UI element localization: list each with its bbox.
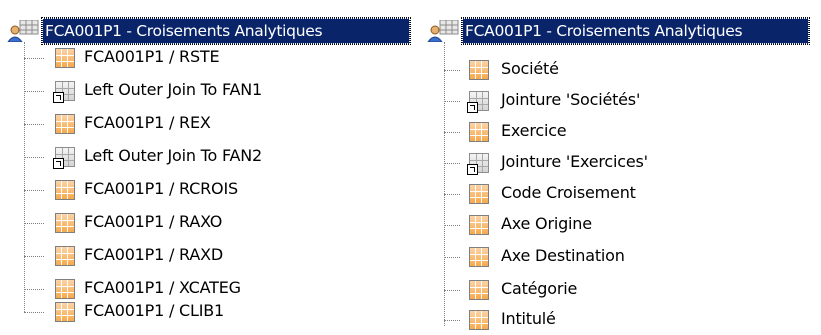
table-icon xyxy=(468,279,490,301)
table-icon xyxy=(468,309,490,331)
tree-branch-line xyxy=(24,312,44,313)
tree-branch-line xyxy=(24,157,44,158)
tree-branch-line xyxy=(24,91,44,92)
table-icon xyxy=(54,179,76,201)
join-icon xyxy=(53,146,76,169)
left-tree-view[interactable]: FCA001P1 - Croisements Analytiques FCA00… xyxy=(0,0,411,335)
table-icon xyxy=(468,214,490,236)
tree-item-label: Axe Origine xyxy=(501,214,592,233)
tree-branch-line xyxy=(444,225,460,226)
tree-branch-line xyxy=(24,289,44,290)
table-icon xyxy=(468,246,490,268)
table-icon xyxy=(54,212,76,234)
join-icon xyxy=(53,80,76,103)
query-root-icon xyxy=(427,20,459,42)
tree-branch-line xyxy=(444,290,460,291)
tree-connector-line xyxy=(444,42,445,326)
tree-item-label: Jointure 'Exercices' xyxy=(501,152,648,171)
tree-branch-line xyxy=(24,124,44,125)
tree-root-title[interactable]: FCA001P1 - Croisements Analytiques xyxy=(461,17,810,45)
tree-item-label: FCA001P1 / RAXO xyxy=(84,212,223,231)
tree-branch-line xyxy=(444,320,460,321)
table-icon xyxy=(54,278,76,300)
tree-item-label: FCA001P1 / RSTE xyxy=(84,47,220,66)
tree-root-title[interactable]: FCA001P1 - Croisements Analytiques xyxy=(41,17,411,45)
table-icon xyxy=(468,183,490,205)
table-icon xyxy=(468,121,490,143)
tree-branch-line xyxy=(444,70,460,71)
join-icon xyxy=(467,152,490,175)
tree-branch-line xyxy=(24,223,44,224)
tree-item-label: FCA001P1 / REX xyxy=(84,113,211,132)
tree-branch-line xyxy=(24,58,44,59)
tree-item-label: Left Outer Join To FAN1 xyxy=(84,80,263,99)
tree-item-label: Catégorie xyxy=(501,279,578,298)
table-icon xyxy=(54,113,76,135)
tree-item-label: FCA001P1 / RAXD xyxy=(84,245,223,264)
tree-branch-line xyxy=(444,194,460,195)
tree-branch-line xyxy=(24,190,44,191)
tree-item-label: Exercice xyxy=(501,121,567,140)
tree-branch-line xyxy=(24,256,44,257)
tree-item-label: FCA001P1 / XCATEG xyxy=(84,278,241,297)
tree-branch-line xyxy=(444,132,460,133)
tree-branch-line xyxy=(444,101,460,102)
table-icon xyxy=(468,59,490,81)
right-tree-view[interactable]: FCA001P1 - Croisements Analytiques Socié… xyxy=(420,0,821,335)
tree-item-label: Left Outer Join To FAN2 xyxy=(84,146,263,165)
tree-item-label: FCA001P1 / RCROIS xyxy=(84,179,238,198)
tree-item-label: Jointure 'Sociétés' xyxy=(501,90,641,109)
tree-connector-line xyxy=(24,42,25,312)
tree-item-label: Société xyxy=(501,59,559,78)
tree-item-label: Axe Destination xyxy=(501,246,625,265)
join-icon xyxy=(467,90,490,113)
tree-item-label: Intitulé xyxy=(501,309,556,328)
tree-item-label: Code Croisement xyxy=(501,183,636,202)
tree-branch-line xyxy=(444,257,460,258)
table-icon xyxy=(54,47,76,69)
query-root-icon xyxy=(7,20,39,42)
table-icon xyxy=(54,301,76,323)
tree-item-label: FCA001P1 / CLIB1 xyxy=(84,301,225,320)
tree-branch-line xyxy=(444,163,460,164)
table-icon xyxy=(54,245,76,267)
